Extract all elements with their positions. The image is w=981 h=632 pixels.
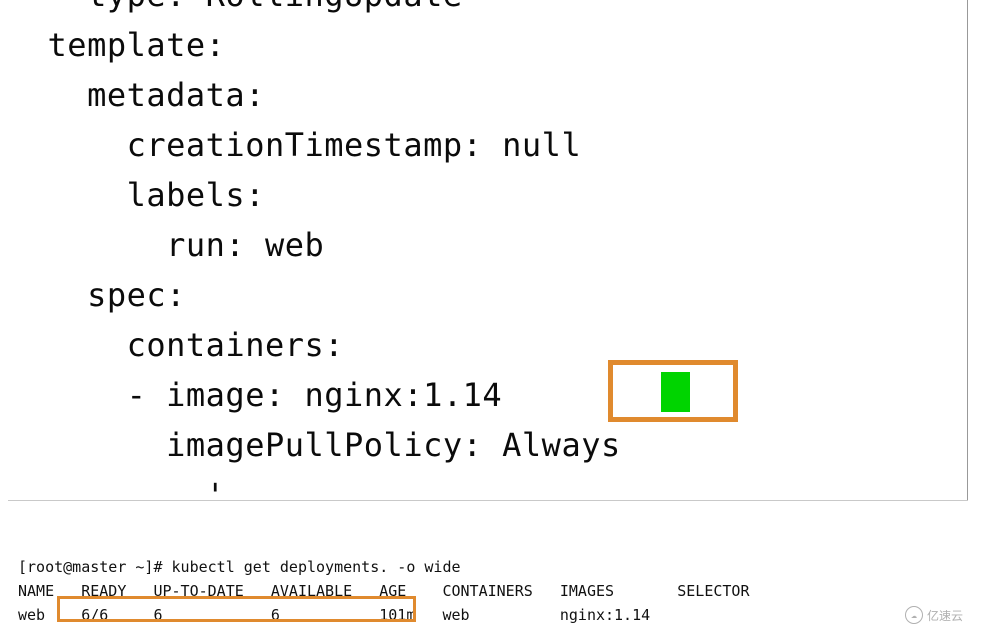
shell-prompt: [root@master ~]# [18,558,172,576]
yaml-line: imagePullPolicy: Always [8,420,967,470]
yaml-line: - image: nginx:1.14 [8,370,967,420]
section-divider [8,500,968,501]
table-header-row: NAME READY UP-TO-DATE AVAILABLE AGE CONT… [18,582,750,600]
watermark-text: 亿速云 [927,607,963,624]
table-row: web 6/6 6 6 101m web nginx:1.14 [18,606,650,624]
yaml-line: ' [8,470,967,520]
yaml-line: creationTimestamp: null [8,120,967,170]
editor-cursor [661,372,690,412]
cloud-icon: ☁ [905,606,923,624]
yaml-line: labels: [8,170,967,220]
watermark: ☁ 亿速云 [905,606,963,624]
yaml-line: template: [8,20,967,70]
yaml-line: spec: [8,270,967,320]
yaml-editor-viewport: type: RollingUpdate template: metadata: … [8,0,968,500]
yaml-line: run: web [8,220,967,270]
yaml-line: containers: [8,320,967,370]
shell-command: kubectl get deployments. -o wide [172,558,461,576]
yaml-line: metadata: [8,70,967,120]
terminal-output: [root@master ~]# kubectl get deployments… [18,555,750,627]
yaml-line: type: RollingUpdate [8,0,967,20]
